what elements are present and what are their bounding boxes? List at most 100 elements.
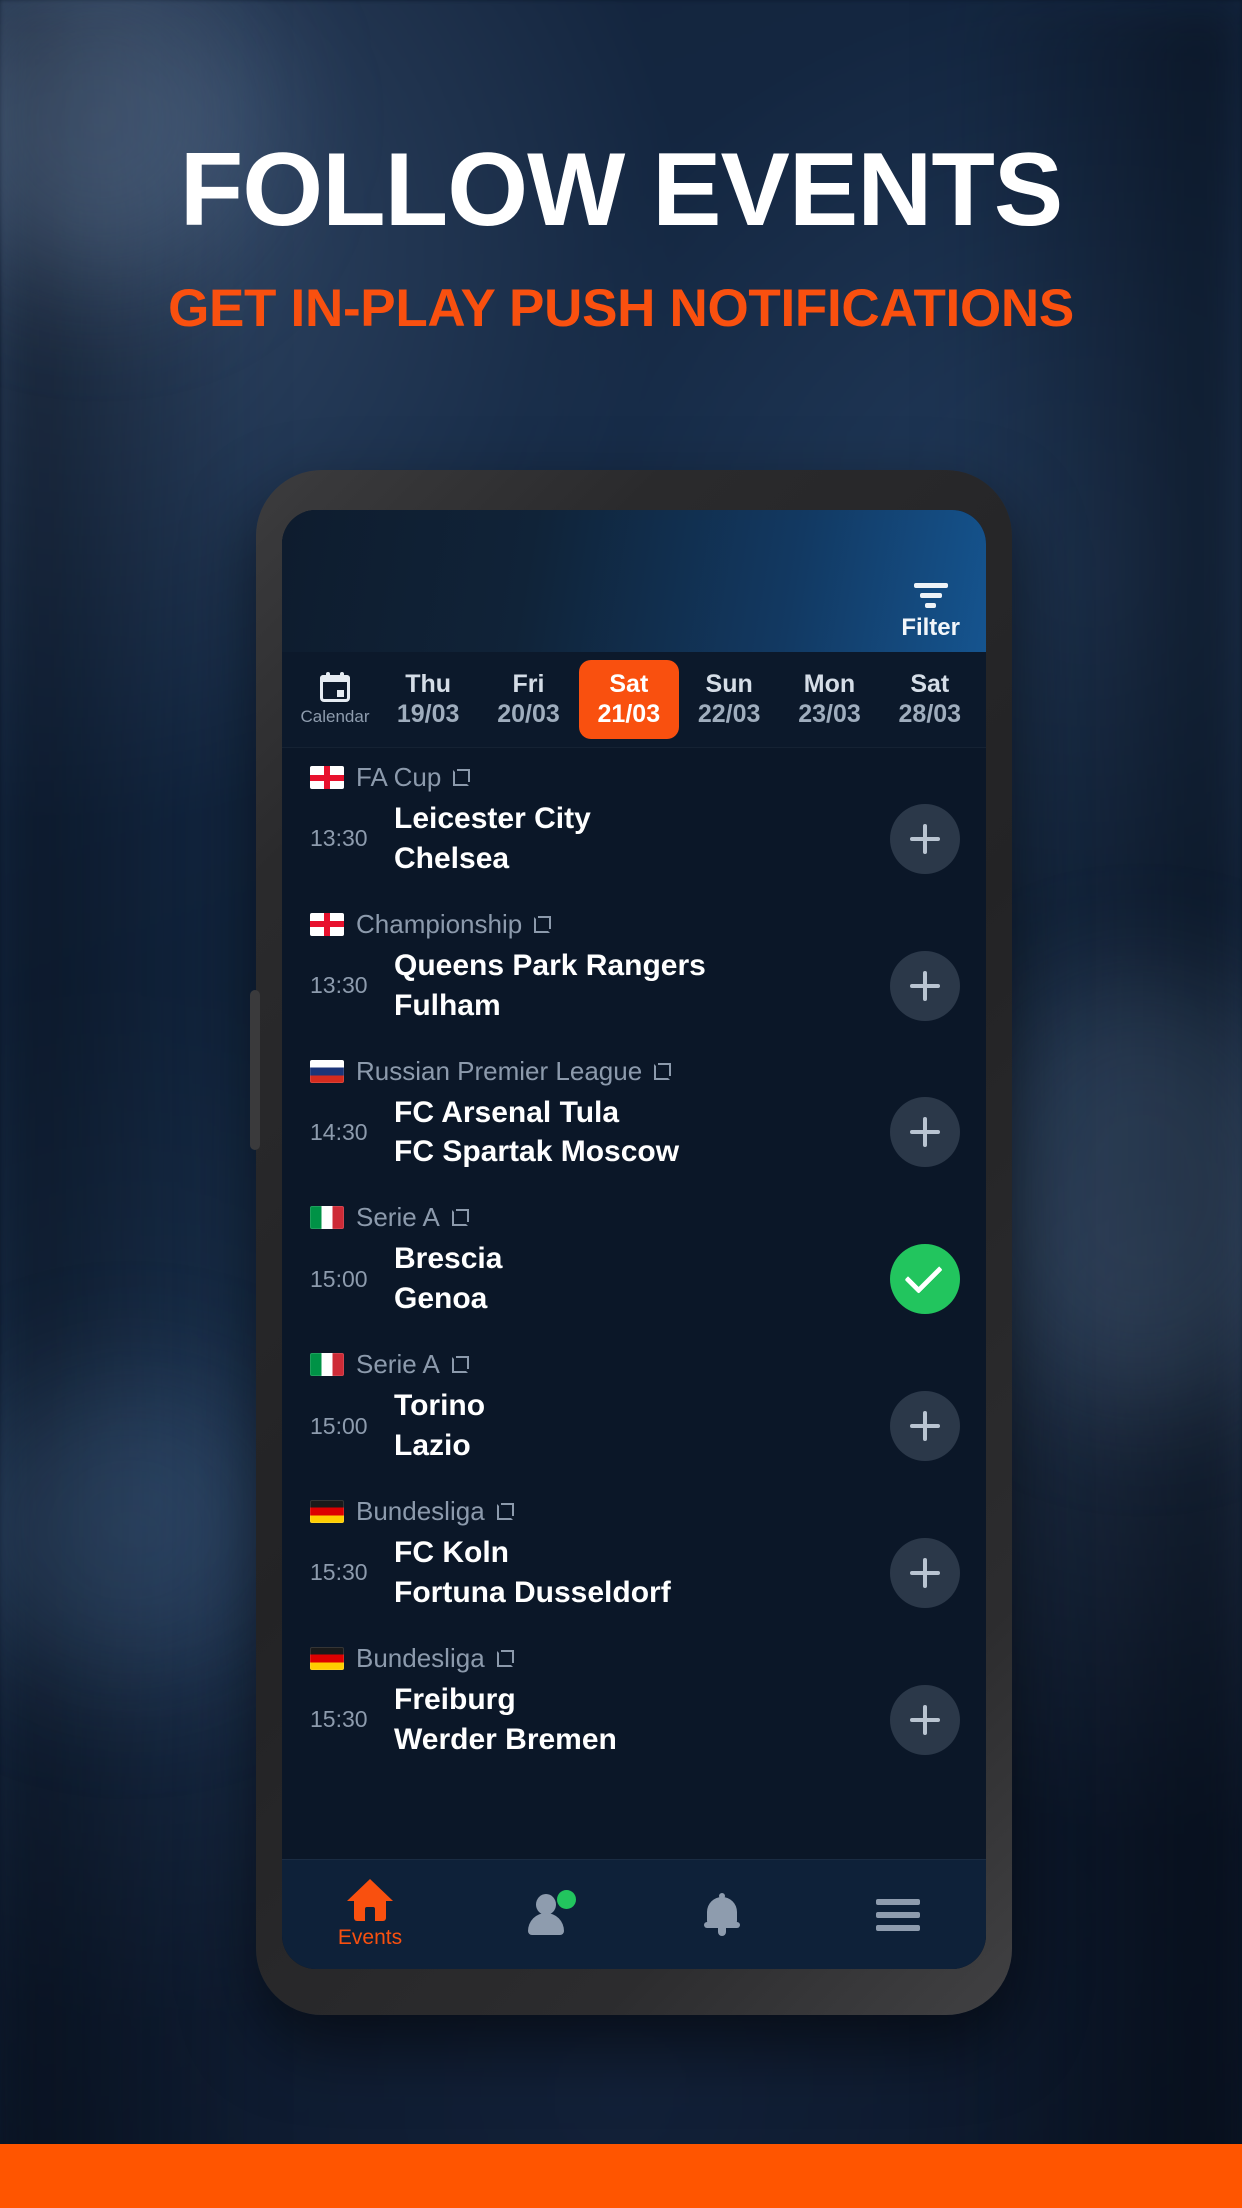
- league-header[interactable]: Serie A: [282, 1335, 986, 1382]
- date-chip-3[interactable]: Sun 22/03: [679, 660, 779, 739]
- date-chip-date: 22/03: [697, 699, 761, 728]
- flag-icon-england: [310, 912, 344, 936]
- league-name: Serie A: [356, 1349, 440, 1380]
- check-icon: [904, 1255, 943, 1295]
- external-link-icon[interactable]: [654, 1062, 672, 1080]
- match-row[interactable]: 15:30 Freiburg Werder Bremen: [282, 1676, 986, 1776]
- home-team: Brescia: [394, 1242, 503, 1276]
- external-link-icon[interactable]: [534, 915, 552, 933]
- nav-item-menu[interactable]: [810, 1898, 986, 1931]
- match-time: 15:30: [310, 1706, 368, 1733]
- external-link-icon[interactable]: [453, 769, 471, 786]
- flag-icon-italy: [310, 1353, 344, 1377]
- add-match-button[interactable]: [890, 950, 960, 1021]
- match-row[interactable]: 13:30 Queens Park Rangers Fulham: [282, 942, 986, 1042]
- date-chip-dow: Mon: [803, 670, 856, 698]
- match-teams: Brescia Genoa: [382, 1239, 890, 1319]
- phone-screen: Filter Calendar Thu 19/03 Fri 20/03 Sat …: [282, 510, 986, 1969]
- date-chip-dow: Sun: [705, 670, 753, 698]
- add-match-button[interactable]: [890, 1097, 960, 1168]
- plus-icon: [910, 1704, 940, 1735]
- calendar-icon: [320, 672, 350, 702]
- match-time: 15:00: [310, 1265, 368, 1292]
- match-row[interactable]: 13:30 Leicester City Chelsea: [282, 795, 986, 895]
- person-icon: [525, 1889, 576, 1937]
- home-icon: [347, 1879, 393, 1921]
- away-team: Chelsea: [394, 841, 510, 875]
- flag-icon-russia: [310, 1059, 344, 1083]
- plus-icon: [910, 1557, 940, 1588]
- league-header[interactable]: Bundesliga: [282, 1629, 986, 1676]
- app-screen: Filter Calendar Thu 19/03 Fri 20/03 Sat …: [282, 510, 986, 1969]
- match-teams: Freiburg Werder Bremen: [382, 1680, 890, 1760]
- date-chip-date: 20/03: [497, 699, 560, 728]
- page-title: FOLLOW EVENTS: [179, 132, 1064, 248]
- match-time: 14:30: [310, 1118, 368, 1145]
- filter-icon: [913, 583, 948, 608]
- flag-icon-germany: [310, 1646, 344, 1670]
- notification-badge: [557, 1889, 576, 1909]
- date-chip-0[interactable]: Thu 19/03: [378, 660, 478, 739]
- match-teams: Queens Park Rangers Fulham: [382, 946, 890, 1026]
- league-header[interactable]: Russian Premier League: [282, 1042, 986, 1089]
- league-name: Bundesliga: [356, 1495, 485, 1526]
- league-header[interactable]: Serie A: [282, 1188, 986, 1235]
- home-team: Leicester City: [394, 802, 591, 835]
- date-chip-5[interactable]: Sat 28/03: [880, 660, 980, 739]
- match-teams: FC Koln Fortuna Dusseldorf: [382, 1533, 890, 1613]
- add-match-button[interactable]: [890, 803, 960, 874]
- match-row[interactable]: 14:30 FC Arsenal Tula FC Spartak Moscow: [282, 1089, 986, 1189]
- away-team: Fortuna Dusseldorf: [394, 1575, 671, 1609]
- match-teams: Torino Lazio: [382, 1386, 890, 1466]
- match-teams: FC Arsenal Tula FC Spartak Moscow: [382, 1093, 890, 1173]
- plus-icon: [910, 1117, 940, 1148]
- league-name: Serie A: [356, 1202, 440, 1233]
- date-chip-2-selected[interactable]: Sat 21/03: [578, 660, 679, 739]
- external-link-icon[interactable]: [451, 1356, 469, 1374]
- date-chip-dow: Thu: [405, 670, 452, 698]
- add-match-button[interactable]: [890, 1391, 960, 1462]
- calendar-button[interactable]: Calendar: [292, 672, 378, 727]
- app-header: Filter: [282, 510, 986, 652]
- match-teams: Leicester City Chelsea: [382, 799, 890, 879]
- external-link-icon[interactable]: [451, 1209, 469, 1227]
- date-strip: Calendar Thu 19/03 Fri 20/03 Sat 21/03 S…: [282, 652, 986, 748]
- home-team: Queens Park Rangers: [394, 948, 706, 982]
- league-name: FA Cup: [356, 762, 442, 792]
- list-bottom-fade: [282, 1839, 986, 1859]
- flag-icon-italy: [310, 1206, 344, 1230]
- home-team: Torino: [394, 1389, 486, 1423]
- nav-item-profile[interactable]: [458, 1889, 634, 1937]
- match-time: 15:00: [310, 1412, 368, 1439]
- match-added-button[interactable]: [890, 1244, 960, 1315]
- league-header[interactable]: FA Cup: [282, 748, 986, 795]
- add-match-button[interactable]: [890, 1537, 960, 1608]
- match-list[interactable]: FA Cup 13:30 Leicester City Chelsea Cham…: [282, 748, 986, 1859]
- date-chip-4[interactable]: Mon 23/03: [779, 660, 879, 739]
- date-chip-1[interactable]: Fri 20/03: [478, 660, 578, 739]
- league-name: Bundesliga: [356, 1642, 485, 1673]
- filter-button[interactable]: Filter: [901, 583, 960, 642]
- bottom-accent-band: [0, 2144, 1242, 2208]
- nav-item-notifications[interactable]: [634, 1892, 810, 1937]
- league-name: Russian Premier League: [356, 1055, 643, 1086]
- match-row[interactable]: 15:30 FC Koln Fortuna Dusseldorf: [282, 1529, 986, 1629]
- match-time: 13:30: [310, 825, 368, 852]
- match-time: 13:30: [310, 972, 368, 999]
- league-header[interactable]: Championship: [282, 895, 986, 942]
- add-match-button[interactable]: [890, 1684, 960, 1755]
- phone-mockup: Filter Calendar Thu 19/03 Fri 20/03 Sat …: [250, 470, 1012, 2015]
- flag-icon-germany: [310, 1499, 344, 1523]
- match-row[interactable]: 15:00 Torino Lazio: [282, 1382, 986, 1482]
- league-header[interactable]: Bundesliga: [282, 1482, 986, 1529]
- external-link-icon[interactable]: [496, 1649, 514, 1667]
- external-link-icon[interactable]: [496, 1502, 514, 1520]
- calendar-label: Calendar: [300, 707, 370, 726]
- date-chip-date: 19/03: [396, 699, 460, 728]
- date-chip-dow: Sat: [910, 670, 950, 698]
- match-row[interactable]: 15:00 Brescia Genoa: [282, 1235, 986, 1335]
- nav-item-events[interactable]: Events: [282, 1879, 458, 1950]
- away-team: Werder Bremen: [394, 1722, 617, 1756]
- home-team: FC Arsenal Tula: [394, 1095, 620, 1129]
- date-chip-date: 21/03: [597, 699, 661, 728]
